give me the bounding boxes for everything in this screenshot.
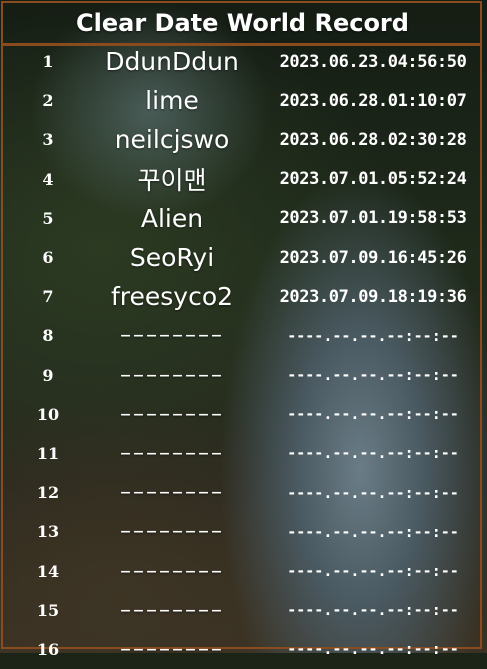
record-clear-date: 2023.07.01.05:52:24 (279, 169, 467, 190)
record-row: 9 –––––––– ----.--.--.--:--:-- (0, 356, 487, 395)
record-row: 1 DdunDdun 2023.06.23.04:56:50 (0, 42, 487, 81)
record-row: 7 freesyco2 2023.07.09.18:19:36 (0, 277, 487, 316)
record-rank: 15 (36, 600, 60, 620)
record-clear-date: ----.--.--.--:--:-- (287, 483, 459, 502)
record-row: 3 neilcjswo 2023.06.28.02:30:28 (0, 120, 487, 159)
record-clear-date: ----.--.--.--:--:-- (287, 444, 459, 463)
record-player-name: –––––––– (120, 597, 224, 623)
title-bar: Clear Date World Record (3, 3, 482, 46)
record-rank: 5 (42, 208, 54, 228)
record-rank: 11 (36, 443, 60, 463)
record-player-name: freesyco2 (110, 282, 234, 312)
record-list[interactable]: 1 DdunDdun 2023.06.23.04:56:50 2 lime 2023.06… (0, 42, 487, 669)
record-rank: 1 (42, 52, 54, 72)
record-row: 11 –––––––– ----.--.--.--:--:-- (0, 434, 487, 473)
record-player-name: DdunDdun (105, 47, 239, 77)
record-player-name: neilcjswo (114, 125, 230, 155)
record-rank: 9 (42, 365, 54, 385)
record-rank: 6 (42, 248, 54, 268)
record-clear-date: ----.--.--.--:--:-- (287, 562, 459, 581)
record-player-name: lime (145, 86, 199, 116)
record-clear-date: ----.--.--.--:--:-- (287, 601, 459, 620)
record-rank: 3 (42, 130, 54, 150)
record-rank: 4 (42, 169, 54, 189)
record-row: 8 –––––––– ----.--.--.--:--:-- (0, 316, 487, 355)
record-clear-date: 2023.07.09.18:19:36 (279, 286, 467, 307)
record-row: 14 –––––––– ----.--.--.--:--:-- (0, 551, 487, 590)
record-row: 13 –––––––– ----.--.--.--:--:-- (0, 512, 487, 551)
record-clear-date: ----.--.--.--:--:-- (287, 640, 459, 659)
record-rank: 7 (42, 287, 54, 307)
record-row: 16 –––––––– ----.--.--.--:--:-- (0, 630, 487, 669)
record-clear-date: 2023.07.01.19:58:53 (279, 208, 467, 229)
record-clear-date: ----.--.--.--:--:-- (287, 405, 459, 424)
record-rank: 8 (42, 326, 54, 346)
record-player-name: Alien (140, 203, 204, 233)
record-row: 6 SeoRyi 2023.07.09.16:45:26 (0, 238, 487, 277)
record-player-name: –––––––– (120, 440, 224, 466)
record-player-name: –––––––– (120, 636, 224, 662)
record-clear-date: 2023.06.28.01:10:07 (279, 90, 467, 111)
record-player-name: –––––––– (120, 558, 224, 584)
record-player-name: –––––––– (120, 519, 224, 545)
record-row: 4 꾸이맨 2023.07.01.05:52:24 (0, 160, 487, 199)
record-player-name: –––––––– (120, 323, 224, 349)
record-clear-date: 2023.06.28.02:30:28 (279, 129, 467, 150)
record-rank: 10 (36, 404, 60, 424)
record-rank: 16 (36, 639, 60, 659)
record-rank: 12 (36, 483, 60, 503)
record-rank: 13 (36, 522, 60, 542)
record-row: 2 lime 2023.06.28.01:10:07 (0, 81, 487, 120)
record-player-name: –––––––– (120, 401, 224, 427)
panel-title: Clear Date World Record (76, 9, 409, 37)
record-clear-date: ----.--.--.--:--:-- (287, 326, 459, 345)
record-player-name: SeoRyi (129, 243, 215, 273)
record-row: 5 Alien 2023.07.01.19:58:53 (0, 199, 487, 238)
record-clear-date: 2023.06.23.04:56:50 (279, 51, 467, 72)
record-player-name: 꾸이맨 (137, 166, 207, 196)
record-player-name: –––––––– (120, 480, 224, 506)
record-row: 10 –––––––– ----.--.--.--:--:-- (0, 395, 487, 434)
record-rank: 14 (36, 561, 60, 581)
record-row: 15 –––––––– ----.--.--.--:--:-- (0, 591, 487, 630)
record-rank: 2 (42, 91, 54, 111)
record-clear-date: 2023.07.09.16:45:26 (279, 247, 467, 268)
record-row: 12 –––––––– ----.--.--.--:--:-- (0, 473, 487, 512)
record-clear-date: ----.--.--.--:--:-- (287, 366, 459, 385)
record-clear-date: ----.--.--.--:--:-- (287, 522, 459, 541)
record-player-name: –––––––– (120, 362, 224, 388)
